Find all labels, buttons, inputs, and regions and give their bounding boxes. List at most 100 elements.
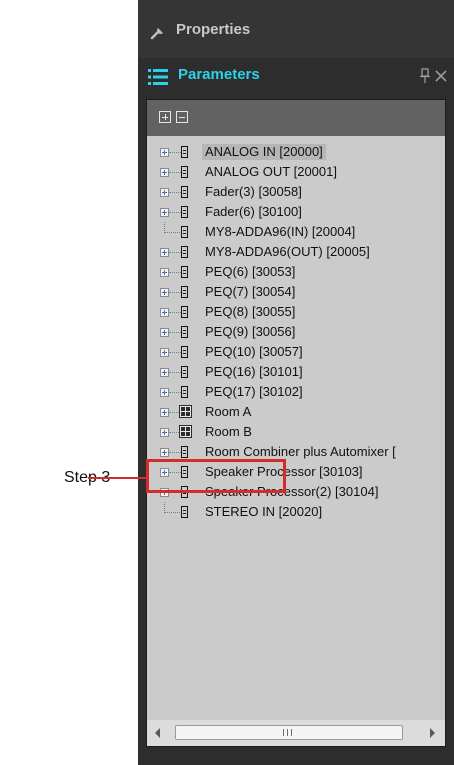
close-icon[interactable] [434, 69, 448, 83]
pin-icon[interactable] [419, 68, 431, 84]
room-icon [179, 405, 192, 418]
tree-item[interactable]: Fader(6) [30100] [147, 202, 445, 222]
module-icon [181, 446, 188, 458]
tree-item[interactable]: PEQ(17) [30102] [147, 382, 445, 402]
callout-line [88, 477, 146, 479]
tree-item[interactable]: MY8-ADDA96(IN) [20004] [147, 222, 445, 242]
tree-item-label: Fader(6) [30100] [205, 204, 302, 219]
tree-item-label: PEQ(8) [30055] [205, 304, 296, 319]
expand-icon[interactable] [160, 188, 169, 197]
tree-connector [169, 152, 181, 153]
tree-item-label: Room B [205, 424, 252, 439]
tree-item-label: PEQ(17) [30102] [205, 384, 303, 399]
expand-icon[interactable] [160, 328, 169, 337]
tree-connector [169, 212, 181, 213]
tree-connector [169, 192, 181, 193]
tree-item[interactable]: PEQ(8) [30055] [147, 302, 445, 322]
module-icon [181, 346, 188, 358]
scroll-left-icon[interactable] [155, 728, 160, 738]
tree-item[interactable]: PEQ(9) [30056] [147, 322, 445, 342]
expand-icon[interactable] [160, 268, 169, 277]
scroll-thumb[interactable] [175, 725, 403, 740]
tree-connector [169, 292, 181, 293]
expand-icon[interactable] [160, 428, 169, 437]
tree-item-label: Fader(3) [30058] [205, 184, 302, 199]
tree-connector [169, 352, 181, 353]
room-icon [179, 425, 192, 438]
tree-item[interactable]: PEQ(6) [30053] [147, 262, 445, 282]
tree-item[interactable]: PEQ(7) [30054] [147, 282, 445, 302]
tree-connector [169, 392, 181, 393]
horizontal-scrollbar[interactable] [147, 720, 445, 746]
module-icon [181, 366, 188, 378]
tree-item[interactable]: STEREO IN [20020] [147, 502, 445, 522]
module-icon [181, 166, 188, 178]
parameters-title: Parameters [178, 66, 260, 83]
tree-item-label: Room A [205, 404, 252, 419]
expand-icon[interactable] [160, 408, 169, 417]
parameter-tree: ANALOG IN [20000] ANALOG OUT [20001] Fader… [146, 99, 446, 747]
module-icon [181, 246, 188, 258]
grip-icon [283, 729, 292, 736]
tree-rows: ANALOG IN [20000] ANALOG OUT [20001] Fader… [147, 136, 445, 720]
tree-connector [169, 452, 181, 453]
expand-icon[interactable] [160, 208, 169, 217]
tree-item-label: MY8-ADDA96(OUT) [20005] [205, 244, 370, 259]
tree-item[interactable]: PEQ(16) [30101] [147, 362, 445, 382]
tree-connector [169, 372, 181, 373]
tree-connector [169, 272, 181, 273]
tree-item[interactable]: Room A [147, 402, 445, 422]
tree-item-label: PEQ(9) [30056] [205, 324, 296, 339]
scroll-right-icon[interactable] [430, 728, 435, 738]
wrench-icon [150, 28, 163, 40]
module-icon [181, 206, 188, 218]
module-icon [181, 186, 188, 198]
tree-connector [169, 252, 181, 253]
expand-icon[interactable] [160, 248, 169, 257]
tree-item[interactable]: ANALOG IN [20000] [147, 142, 445, 162]
expand-all-icon[interactable] [159, 111, 171, 123]
tree-item[interactable]: PEQ(10) [30057] [147, 342, 445, 362]
collapse-all-icon[interactable] [176, 111, 188, 123]
tree-toolbar [147, 100, 445, 136]
module-icon [181, 286, 188, 298]
tree-item-label: MY8-ADDA96(IN) [20004] [205, 224, 356, 239]
properties-title: Properties [176, 21, 251, 38]
tree-item[interactable]: Room B [147, 422, 445, 442]
tree-item-label: Room Combiner plus Automixer [ [205, 444, 396, 459]
expand-icon[interactable] [160, 368, 169, 377]
expand-icon[interactable] [160, 448, 169, 457]
module-icon [181, 506, 188, 518]
tree-item-label: PEQ(16) [30101] [205, 364, 303, 379]
tree-item[interactable]: MY8-ADDA96(OUT) [20005] [147, 242, 445, 262]
module-icon [181, 226, 188, 238]
tree-connector [169, 312, 181, 313]
tree-item-label: ANALOG OUT [20001] [205, 164, 337, 179]
expand-icon[interactable] [160, 308, 169, 317]
module-icon [181, 266, 188, 278]
module-icon [181, 326, 188, 338]
tree-item[interactable]: Fader(3) [30058] [147, 182, 445, 202]
properties-header[interactable]: Properties [138, 0, 454, 58]
tree-item-label: STEREO IN [20020] [205, 504, 323, 519]
tree-item-label: PEQ(6) [30053] [205, 264, 296, 279]
tree-item-label: PEQ(7) [30054] [205, 284, 296, 299]
module-icon [181, 146, 188, 158]
expand-icon[interactable] [160, 388, 169, 397]
expand-icon[interactable] [160, 348, 169, 357]
list-icon [148, 69, 168, 85]
tree-connector [164, 222, 180, 233]
module-icon [181, 306, 188, 318]
expand-icon[interactable] [160, 148, 169, 157]
tree-connector [169, 332, 181, 333]
tree-item-label: ANALOG IN [20000] [202, 144, 326, 160]
tree-connector [169, 172, 181, 173]
expand-icon[interactable] [160, 168, 169, 177]
parameters-panel: Properties Parameters ANALOG IN [20000] A… [138, 0, 454, 765]
tree-item[interactable]: ANALOG OUT [20001] [147, 162, 445, 182]
module-icon [181, 386, 188, 398]
tree-item-label: PEQ(10) [30057] [205, 344, 303, 359]
callout-box [146, 459, 286, 493]
tree-connector [164, 502, 180, 513]
expand-icon[interactable] [160, 288, 169, 297]
